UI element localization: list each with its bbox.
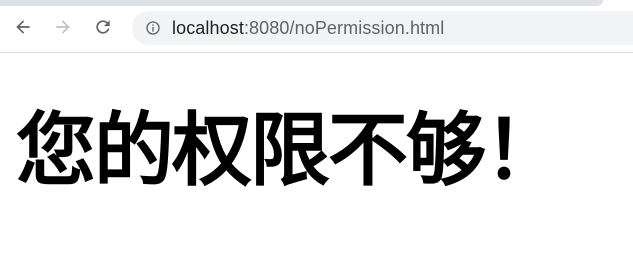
reload-button[interactable] xyxy=(88,12,118,42)
forward-button[interactable] xyxy=(48,12,78,42)
url-path: :8080/noPermission.html xyxy=(243,17,445,38)
page-content: 您的权限不够！ xyxy=(0,53,633,278)
back-button[interactable] xyxy=(8,12,38,42)
site-info-button[interactable] xyxy=(144,19,162,37)
info-icon xyxy=(146,21,160,35)
url-text[interactable]: localhost:8080/noPermission.html xyxy=(172,18,444,39)
url-host: localhost xyxy=(172,17,244,38)
browser-toolbar: localhost:8080/noPermission.html xyxy=(0,6,633,52)
arrow-right-icon xyxy=(56,20,70,34)
no-permission-message: 您的权限不够！ xyxy=(16,104,564,197)
browser-chrome: localhost:8080/noPermission.html xyxy=(0,0,633,55)
address-bar[interactable]: localhost:8080/noPermission.html xyxy=(132,11,633,45)
reload-icon xyxy=(96,20,110,34)
arrow-left-icon xyxy=(16,20,30,34)
